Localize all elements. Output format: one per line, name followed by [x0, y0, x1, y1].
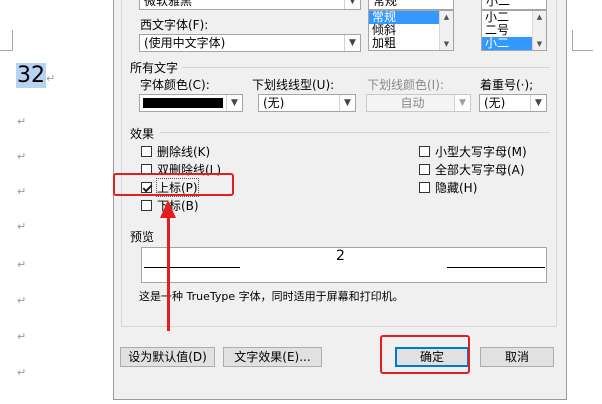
chevron-down-icon[interactable]: ▼	[530, 95, 546, 111]
underline-color-value: 自动	[400, 96, 425, 110]
chevron-down-icon[interactable]: ▼	[344, 0, 360, 9]
size-field[interactable]: 小二	[481, 0, 547, 10]
chevron-down-icon[interactable]: ▼	[454, 95, 470, 111]
font-color-swatch	[143, 98, 223, 108]
checkbox-label: 隐藏(H)	[435, 180, 478, 195]
checkbox-box[interactable]	[419, 181, 430, 193]
divider	[182, 67, 550, 68]
checkbox-box[interactable]	[419, 163, 430, 175]
cancel-button[interactable]: 取消	[480, 347, 554, 367]
text-effects-button[interactable]: 文字效果(E)...	[223, 347, 322, 367]
underline-color-combo[interactable]: 自动 ▼	[366, 94, 471, 112]
preview-baseline-left	[144, 267, 240, 268]
paragraph-mark: ↵	[17, 258, 27, 271]
western-font-label: 西文字体(F):	[140, 18, 209, 32]
preview-note: 这是一种 TrueType 字体，同时适用于屏幕和打印机。	[139, 290, 404, 303]
size-listbox[interactable]: 小二 二号 小二 ▲ ▼	[481, 10, 547, 51]
scrollbar[interactable]: ▲ ▼	[532, 11, 546, 50]
font-tab-panel: 微软雅黑 ▼ 常规 常规 倾斜 加粗 ▲ ▼ 小二 小二 二号 小二 ▲ ▼ 西…	[121, 0, 557, 327]
small-caps-checkbox[interactable]: 小型大写字母(M)	[419, 143, 527, 159]
paragraph-mark: ↵	[17, 294, 27, 307]
style-field[interactable]: 常规	[368, 0, 454, 10]
all-caps-checkbox[interactable]: 全部大写字母(A)	[419, 161, 525, 177]
font-color-label: 字体颜色(C):	[140, 78, 210, 92]
emphasis-combo[interactable]: (无) ▼	[479, 94, 547, 112]
page-corner-marker-right	[572, 30, 593, 51]
effects-section-label: 效果	[130, 127, 155, 141]
preview-section-label: 预览	[130, 230, 155, 244]
western-font-value: (使用中文字体)	[144, 36, 226, 50]
chinese-font-value: 微软雅黑	[144, 0, 193, 8]
all-text-section-label: 所有文字	[130, 61, 179, 75]
strikethrough-checkbox[interactable]: 删除线(K)	[141, 143, 210, 159]
ok-button-highlight-box	[380, 335, 470, 374]
preview-box: 2	[141, 247, 547, 283]
paragraph-mark: ↵	[46, 72, 56, 85]
set-default-button[interactable]: 设为默认值(D)	[120, 347, 215, 367]
checkbox-label: 全部大写字母(A)	[435, 162, 525, 177]
divider	[160, 132, 550, 133]
page-corner-marker-left	[0, 30, 13, 51]
underline-type-combo[interactable]: (无) ▼	[258, 94, 356, 112]
selected-text[interactable]: 32	[16, 63, 46, 88]
red-arrow-shaft	[167, 215, 170, 331]
paragraph-mark: ↵	[17, 330, 27, 343]
chevron-down-icon[interactable]: ▼	[226, 95, 242, 111]
chinese-font-combo[interactable]: 微软雅黑 ▼	[139, 0, 361, 10]
checkbox-label: 删除线(K)	[157, 144, 211, 159]
paragraph-mark: ↵	[17, 115, 27, 128]
paragraph-mark: ↵	[17, 366, 27, 379]
emphasis-value: (无)	[484, 96, 506, 110]
checkbox-label: 小型大写字母(M)	[435, 144, 527, 159]
preview-sample: 2	[336, 248, 345, 264]
chevron-down-icon[interactable]: ▼	[339, 95, 355, 111]
style-field-value: 常规	[373, 0, 398, 8]
paragraph-mark: ↵	[17, 185, 27, 198]
paragraph-mark: ↵	[17, 220, 27, 233]
underline-type-label: 下划线线型(U):	[252, 78, 335, 92]
preview-baseline-right	[447, 267, 545, 268]
western-font-combo[interactable]: (使用中文字体) ▼	[139, 34, 361, 52]
superscript-highlight-box	[113, 173, 234, 196]
style-listbox[interactable]: 常规 倾斜 加粗 ▲ ▼	[368, 10, 454, 51]
scroll-down-icon[interactable]: ▼	[440, 40, 453, 48]
underline-color-label: 下划线颜色(I):	[367, 78, 444, 92]
paragraph-mark: ↵	[17, 150, 27, 163]
size-field-value: 小二	[486, 0, 511, 8]
font-dialog: 微软雅黑 ▼ 常规 常规 倾斜 加粗 ▲ ▼ 小二 小二 二号 小二 ▲ ▼ 西…	[113, 0, 567, 400]
font-color-combo[interactable]: ▼	[139, 94, 243, 112]
checkbox-box[interactable]	[419, 145, 430, 157]
scroll-down-icon[interactable]: ▼	[533, 40, 546, 48]
document-line-32[interactable]: 32↵	[16, 62, 55, 93]
chevron-down-icon[interactable]: ▼	[344, 35, 360, 51]
scrollbar[interactable]: ▲ ▼	[439, 11, 453, 50]
checkbox-box[interactable]	[141, 145, 152, 157]
scroll-up-icon[interactable]: ▲	[533, 13, 546, 21]
scroll-up-icon[interactable]: ▲	[440, 13, 453, 21]
checkbox-box[interactable]	[141, 199, 152, 211]
hidden-checkbox[interactable]: 隐藏(H)	[419, 179, 477, 195]
underline-type-value: (无)	[263, 96, 285, 110]
emphasis-label: 着重号(·);	[480, 78, 534, 92]
